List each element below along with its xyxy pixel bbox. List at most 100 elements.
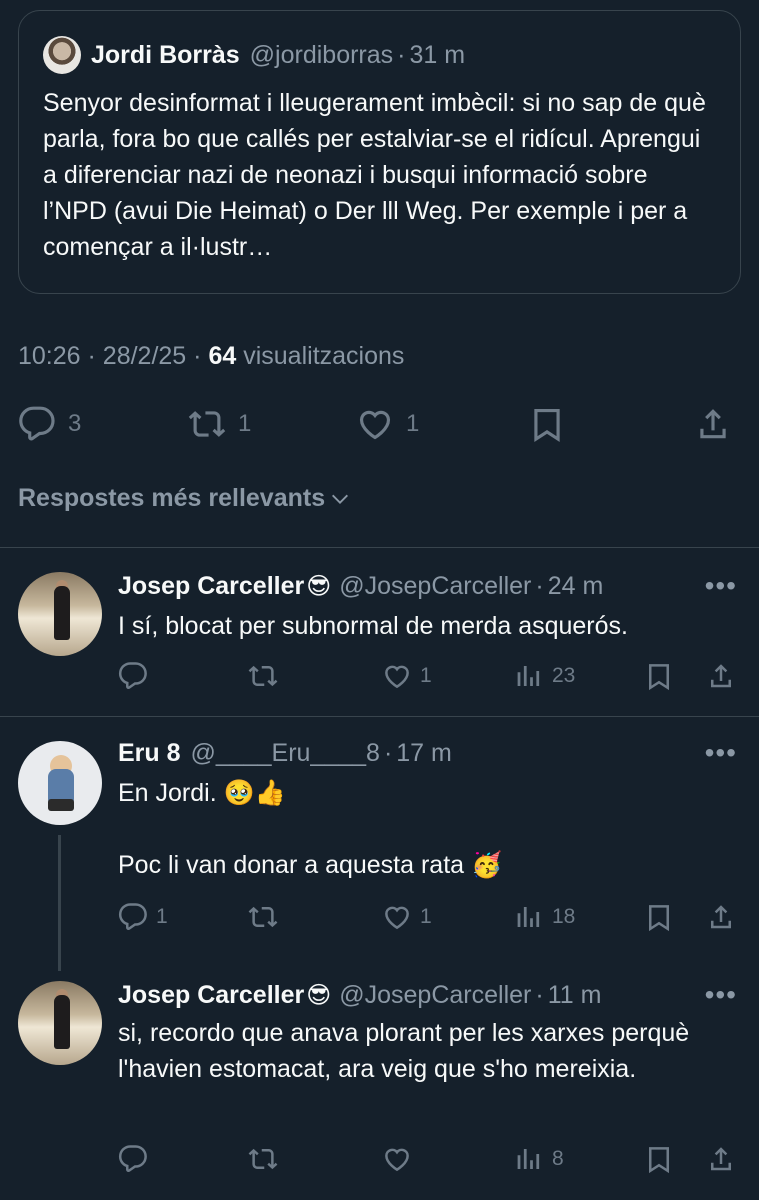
views-button[interactable]: 8 — [514, 1139, 564, 1179]
share-icon — [711, 664, 731, 688]
tweet-time[interactable]: 10:26 — [18, 342, 81, 370]
heart-icon — [359, 410, 391, 440]
quoted-tweet-header: Jordi Borràs @jordiborras · 31 m — [43, 35, 716, 75]
like-button[interactable]: 1 — [382, 897, 432, 937]
author-handle[interactable]: @JosepCarceller — [339, 981, 531, 1010]
view-count: 23 — [552, 664, 576, 687]
separator: · — [397, 40, 406, 69]
share-button[interactable] — [706, 656, 736, 696]
reply-header: Josep Carceller 😎 @JosepCarceller · 24 m — [118, 568, 603, 604]
reply-button[interactable]: 3 — [18, 400, 81, 448]
bookmark-button[interactable] — [528, 400, 566, 448]
author-name[interactable]: Josep Carceller — [118, 981, 304, 1010]
author-handle[interactable]: @____Eru____8 — [191, 739, 380, 768]
views-button[interactable]: 23 — [514, 656, 575, 696]
reply-count: 3 — [68, 410, 82, 437]
separator: · — [87, 342, 96, 370]
more-options-button[interactable]: ••• — [705, 737, 737, 769]
avatar[interactable] — [18, 981, 102, 1065]
reply-icon — [118, 1145, 147, 1172]
avatar[interactable] — [18, 572, 102, 656]
view-count: 18 — [552, 905, 576, 928]
bookmark-icon — [649, 905, 669, 932]
bookmark-button[interactable] — [644, 897, 674, 937]
share-icon — [700, 409, 726, 439]
analytics-icon — [517, 907, 540, 927]
view-count: 8 — [552, 1147, 564, 1170]
reply-tweet[interactable]: Josep Carceller 😎 @JosepCarceller · 24 m… — [0, 548, 759, 716]
quoted-tweet-text: Senyor desinformat i lleugerament imbèci… — [43, 89, 706, 261]
retweet-count: 1 — [238, 410, 252, 437]
like-button[interactable]: 1 — [382, 656, 432, 696]
reply-icon — [118, 662, 147, 689]
share-icon — [711, 905, 731, 929]
analytics-icon — [517, 666, 540, 686]
analytics-icon — [517, 1149, 540, 1169]
quoted-author-name[interactable]: Jordi Borràs — [91, 41, 240, 70]
author-name[interactable]: Josep Carceller — [118, 572, 304, 601]
more-options-button[interactable]: ••• — [705, 570, 737, 602]
avatar[interactable] — [18, 741, 102, 825]
author-emoji: 😎 — [306, 572, 332, 600]
separator: · — [193, 342, 202, 370]
chevron-down-icon — [332, 494, 349, 504]
bookmark-icon — [649, 1147, 669, 1174]
bookmark-button[interactable] — [644, 1139, 674, 1179]
reply-count: 1 — [156, 905, 168, 928]
view-count-label: visualitzacions — [243, 342, 405, 370]
author-handle[interactable]: @JosepCarceller — [339, 572, 531, 601]
views-button[interactable]: 18 — [514, 897, 575, 937]
reply-time[interactable]: 17 m — [396, 739, 452, 768]
like-count: 1 — [420, 664, 432, 687]
reply-text: si, recordo que anava plorant per les xa… — [118, 1019, 690, 1083]
retweet-icon — [248, 665, 278, 687]
reply-time[interactable]: 11 m — [548, 981, 602, 1010]
bookmark-button[interactable] — [644, 656, 674, 696]
like-button[interactable]: 1 — [356, 400, 419, 448]
quoted-author-handle[interactable]: @jordiborras — [250, 41, 393, 70]
reply-icon — [118, 903, 147, 930]
bookmark-icon — [534, 408, 560, 442]
heart-icon — [385, 906, 409, 930]
reply-tweet[interactable]: Josep Carceller 😎 @JosepCarceller · 11 m… — [0, 957, 759, 1200]
reply-action-bar: 1 1 18 — [118, 897, 748, 937]
share-button[interactable] — [694, 400, 732, 448]
reply-button[interactable] — [118, 656, 156, 696]
reply-action-bar: 8 — [118, 1139, 748, 1179]
heart-icon — [385, 1148, 409, 1172]
heart-icon — [385, 665, 409, 689]
separator: · — [383, 738, 393, 767]
like-button[interactable] — [382, 1139, 420, 1179]
share-button[interactable] — [706, 897, 736, 937]
separator: · — [535, 980, 544, 1009]
reply-action-bar: 1 23 — [118, 656, 748, 696]
reply-tweet[interactable]: Eru 8 @____Eru____8 · 17 m ••• En Jordi.… — [0, 717, 759, 971]
share-button[interactable] — [706, 1139, 736, 1179]
more-options-button[interactable]: ••• — [705, 979, 737, 1011]
reply-button[interactable] — [118, 1139, 156, 1179]
retweet-icon — [248, 1148, 278, 1170]
reply-button[interactable]: 1 — [118, 897, 168, 937]
share-icon — [711, 1147, 731, 1171]
reply-time[interactable]: 24 m — [548, 572, 604, 601]
retweet-button[interactable] — [248, 1139, 286, 1179]
retweet-button[interactable]: 1 — [188, 400, 251, 448]
like-count: 1 — [406, 410, 420, 437]
retweet-icon — [188, 411, 226, 437]
like-count: 1 — [420, 905, 432, 928]
retweet-icon — [248, 906, 278, 928]
quoted-tweet-card[interactable]: Jordi Borràs @jordiborras · 31 m Senyor … — [18, 10, 741, 294]
reply-header: Eru 8 @____Eru____8 · 17 m — [118, 735, 452, 771]
separator: · — [535, 571, 544, 600]
bookmark-icon — [649, 664, 669, 691]
tweet-action-bar: 3 1 1 — [18, 400, 741, 448]
thread-connector-line — [58, 835, 61, 971]
author-name[interactable]: Eru 8 — [118, 739, 181, 768]
tweet-date[interactable]: 28/2/25 — [103, 342, 186, 370]
retweet-button[interactable] — [248, 656, 286, 696]
quoted-tweet-time[interactable]: 31 m — [409, 41, 465, 70]
reply-header: Josep Carceller 😎 @JosepCarceller · 11 m — [118, 977, 601, 1013]
replies-sort-dropdown[interactable]: Respostes més rellevants — [18, 484, 351, 513]
retweet-button[interactable] — [248, 897, 286, 937]
quoted-author-avatar[interactable] — [43, 36, 81, 74]
